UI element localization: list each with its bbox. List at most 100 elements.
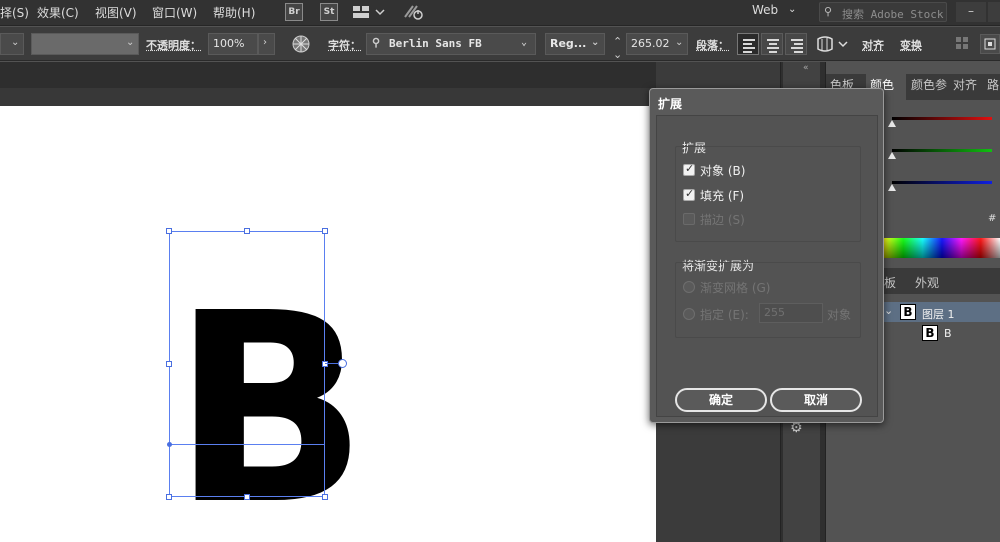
opacity-input[interactable]: 100% (208, 33, 258, 55)
specify-unit-label: 对象 (827, 306, 851, 323)
align-panel-link[interactable]: 对齐 (862, 37, 884, 53)
font-family-dropdown[interactable]: ⚲ Berlin Sans FB ⌄ (366, 33, 536, 55)
stock-search-field[interactable]: ⚲ 搜索 Adobe Stock (819, 2, 947, 22)
font-style-dropdown[interactable]: Reg... ⌄ (545, 33, 605, 55)
gpu-performance-icon[interactable] (403, 3, 425, 21)
chevron-down-icon: ⌄ (675, 37, 683, 48)
chevron-down-icon: ⌄ (591, 37, 599, 48)
menu-bar: 择(S) 效果(C) 视图(V) 窗口(W) 帮助(H) Br St Web ⌄… (0, 0, 1000, 26)
minimize-button[interactable]: – (956, 2, 986, 22)
cancel-button[interactable]: 取消 (770, 388, 862, 412)
paragraph-label[interactable]: 段落： (696, 37, 729, 53)
recolor-artwork-icon[interactable] (292, 35, 310, 53)
menu-help[interactable]: 帮助(H) (213, 4, 255, 21)
font-family-value: Berlin Sans FB (389, 37, 482, 50)
object-label[interactable]: 对象 (B) (700, 162, 745, 179)
isolate-icon[interactable] (955, 36, 969, 50)
envelope-distort-icon[interactable] (816, 35, 850, 53)
tab-appearance[interactable]: 外观 (915, 274, 939, 291)
resize-handle-bottom-right[interactable] (322, 494, 328, 500)
baseline-anchor (167, 442, 172, 447)
sublayer-thumbnail: B (922, 325, 938, 341)
layer-thumbnail: B (900, 304, 916, 320)
object-checkbox[interactable] (683, 164, 695, 176)
chevron-down-icon: ⌄ (521, 37, 527, 48)
stroke-label: 描边 (S) (700, 211, 745, 228)
resize-handle-right[interactable] (322, 361, 328, 367)
selection-bounding-box[interactable] (169, 231, 325, 497)
collapse-panels-icon[interactable]: « (803, 63, 809, 73)
arrange-documents-icon[interactable] (352, 4, 386, 20)
specify-label: 指定 (E): (700, 306, 749, 323)
specify-radio[interactable] (683, 308, 695, 320)
resize-handle-top-left[interactable] (166, 228, 172, 234)
search-icon: ⚲ (372, 36, 380, 49)
ok-button[interactable]: 确定 (675, 388, 767, 412)
green-slider-thumb[interactable] (888, 152, 896, 159)
resize-handle-bottom[interactable] (244, 494, 250, 500)
stock-search-placeholder: 搜索 Adobe Stock (842, 6, 943, 22)
font-style-value: Reg... (550, 37, 586, 50)
resize-handle-left[interactable] (166, 361, 172, 367)
workspace-switcher[interactable]: Web (752, 3, 778, 17)
resize-handle-bottom-left[interactable] (166, 494, 172, 500)
font-size-input[interactable]: 265.02 ⌄ (626, 33, 688, 55)
expand-chevron-icon[interactable]: ⌄ (884, 304, 893, 317)
maximize-button[interactable] (988, 2, 1000, 22)
tab-color-guide[interactable]: 颜色参 (911, 76, 947, 98)
layer-name[interactable]: 图层 1 (922, 306, 955, 322)
red-slider[interactable] (892, 117, 992, 120)
align-left-button[interactable] (737, 33, 759, 55)
specify-objects-input[interactable]: 255 (759, 303, 823, 323)
text-baseline (169, 444, 325, 445)
hex-label: # (988, 213, 996, 224)
align-center-button[interactable] (761, 33, 783, 55)
panel-menu-icon[interactable] (980, 34, 1000, 54)
control-bar: ⌄ ⌄ 不透明度： 100% › 字符： ⚲ Berlin Sans FB ⌄ … (0, 27, 1000, 61)
ruler-area (0, 88, 656, 106)
red-slider-thumb[interactable] (888, 120, 896, 127)
dialog-title: 扩展 (658, 95, 682, 112)
fill-checkbox[interactable] (683, 189, 695, 201)
search-icon: ⚲ (824, 5, 832, 18)
expand-dialog: 扩展 扩展 对象 (B) 填充 (F) 描边 (S) 将渐变扩展为 渐变网格 (… (649, 88, 884, 423)
chevron-down-icon: ⌄ (126, 37, 134, 48)
font-size-value: 265.02 (631, 37, 670, 50)
gradient-mesh-label: 渐变网格 (G) (700, 279, 770, 296)
gradient-mesh-radio[interactable] (683, 281, 695, 293)
text-out-port[interactable] (338, 359, 347, 368)
fill-label[interactable]: 填充 (F) (700, 187, 744, 204)
chevron-down-icon[interactable]: ⌄ (788, 4, 796, 15)
blue-slider[interactable] (892, 181, 992, 184)
stroke-checkbox[interactable] (683, 213, 695, 225)
opacity-label[interactable]: 不透明度： (146, 37, 201, 53)
transform-panel-link[interactable]: 变换 (900, 37, 922, 53)
menu-view[interactable]: 视图(V) (95, 4, 137, 21)
gradient-group (675, 262, 861, 338)
tab-pathfinder[interactable]: 路 (987, 76, 999, 98)
menu-select[interactable]: 择(S) (0, 4, 29, 21)
align-right-button[interactable] (785, 33, 807, 55)
bridge-icon[interactable]: Br (285, 3, 303, 21)
opacity-arrow-button[interactable]: › (258, 33, 275, 55)
stroke-weight-dropdown[interactable]: ⌄ (0, 33, 24, 55)
font-size-stepper[interactable]: ⌃ ⌄ (613, 35, 622, 61)
style-swatch-dropdown[interactable]: ⌄ (31, 33, 139, 55)
chevron-right-icon: › (263, 37, 267, 48)
color-spectrum-shade (884, 238, 1000, 258)
chevron-down-icon: ⌄ (11, 37, 19, 48)
character-label[interactable]: 字符： (328, 37, 361, 53)
stock-icon[interactable]: St (320, 3, 338, 21)
menu-window[interactable]: 窗口(W) (152, 4, 197, 21)
green-slider[interactable] (892, 149, 992, 152)
blue-slider-thumb[interactable] (888, 184, 896, 191)
sublayer-name[interactable]: B (944, 327, 952, 340)
document-tab-bar (0, 62, 656, 88)
resize-handle-top[interactable] (244, 228, 250, 234)
text-out-port-line (325, 363, 339, 364)
tab-artboards[interactable]: 板 (884, 274, 896, 291)
tab-align[interactable]: 对齐 (953, 76, 977, 98)
artboard-canvas[interactable]: B (0, 106, 656, 542)
menu-effect[interactable]: 效果(C) (37, 4, 79, 21)
resize-handle-top-right[interactable] (322, 228, 328, 234)
